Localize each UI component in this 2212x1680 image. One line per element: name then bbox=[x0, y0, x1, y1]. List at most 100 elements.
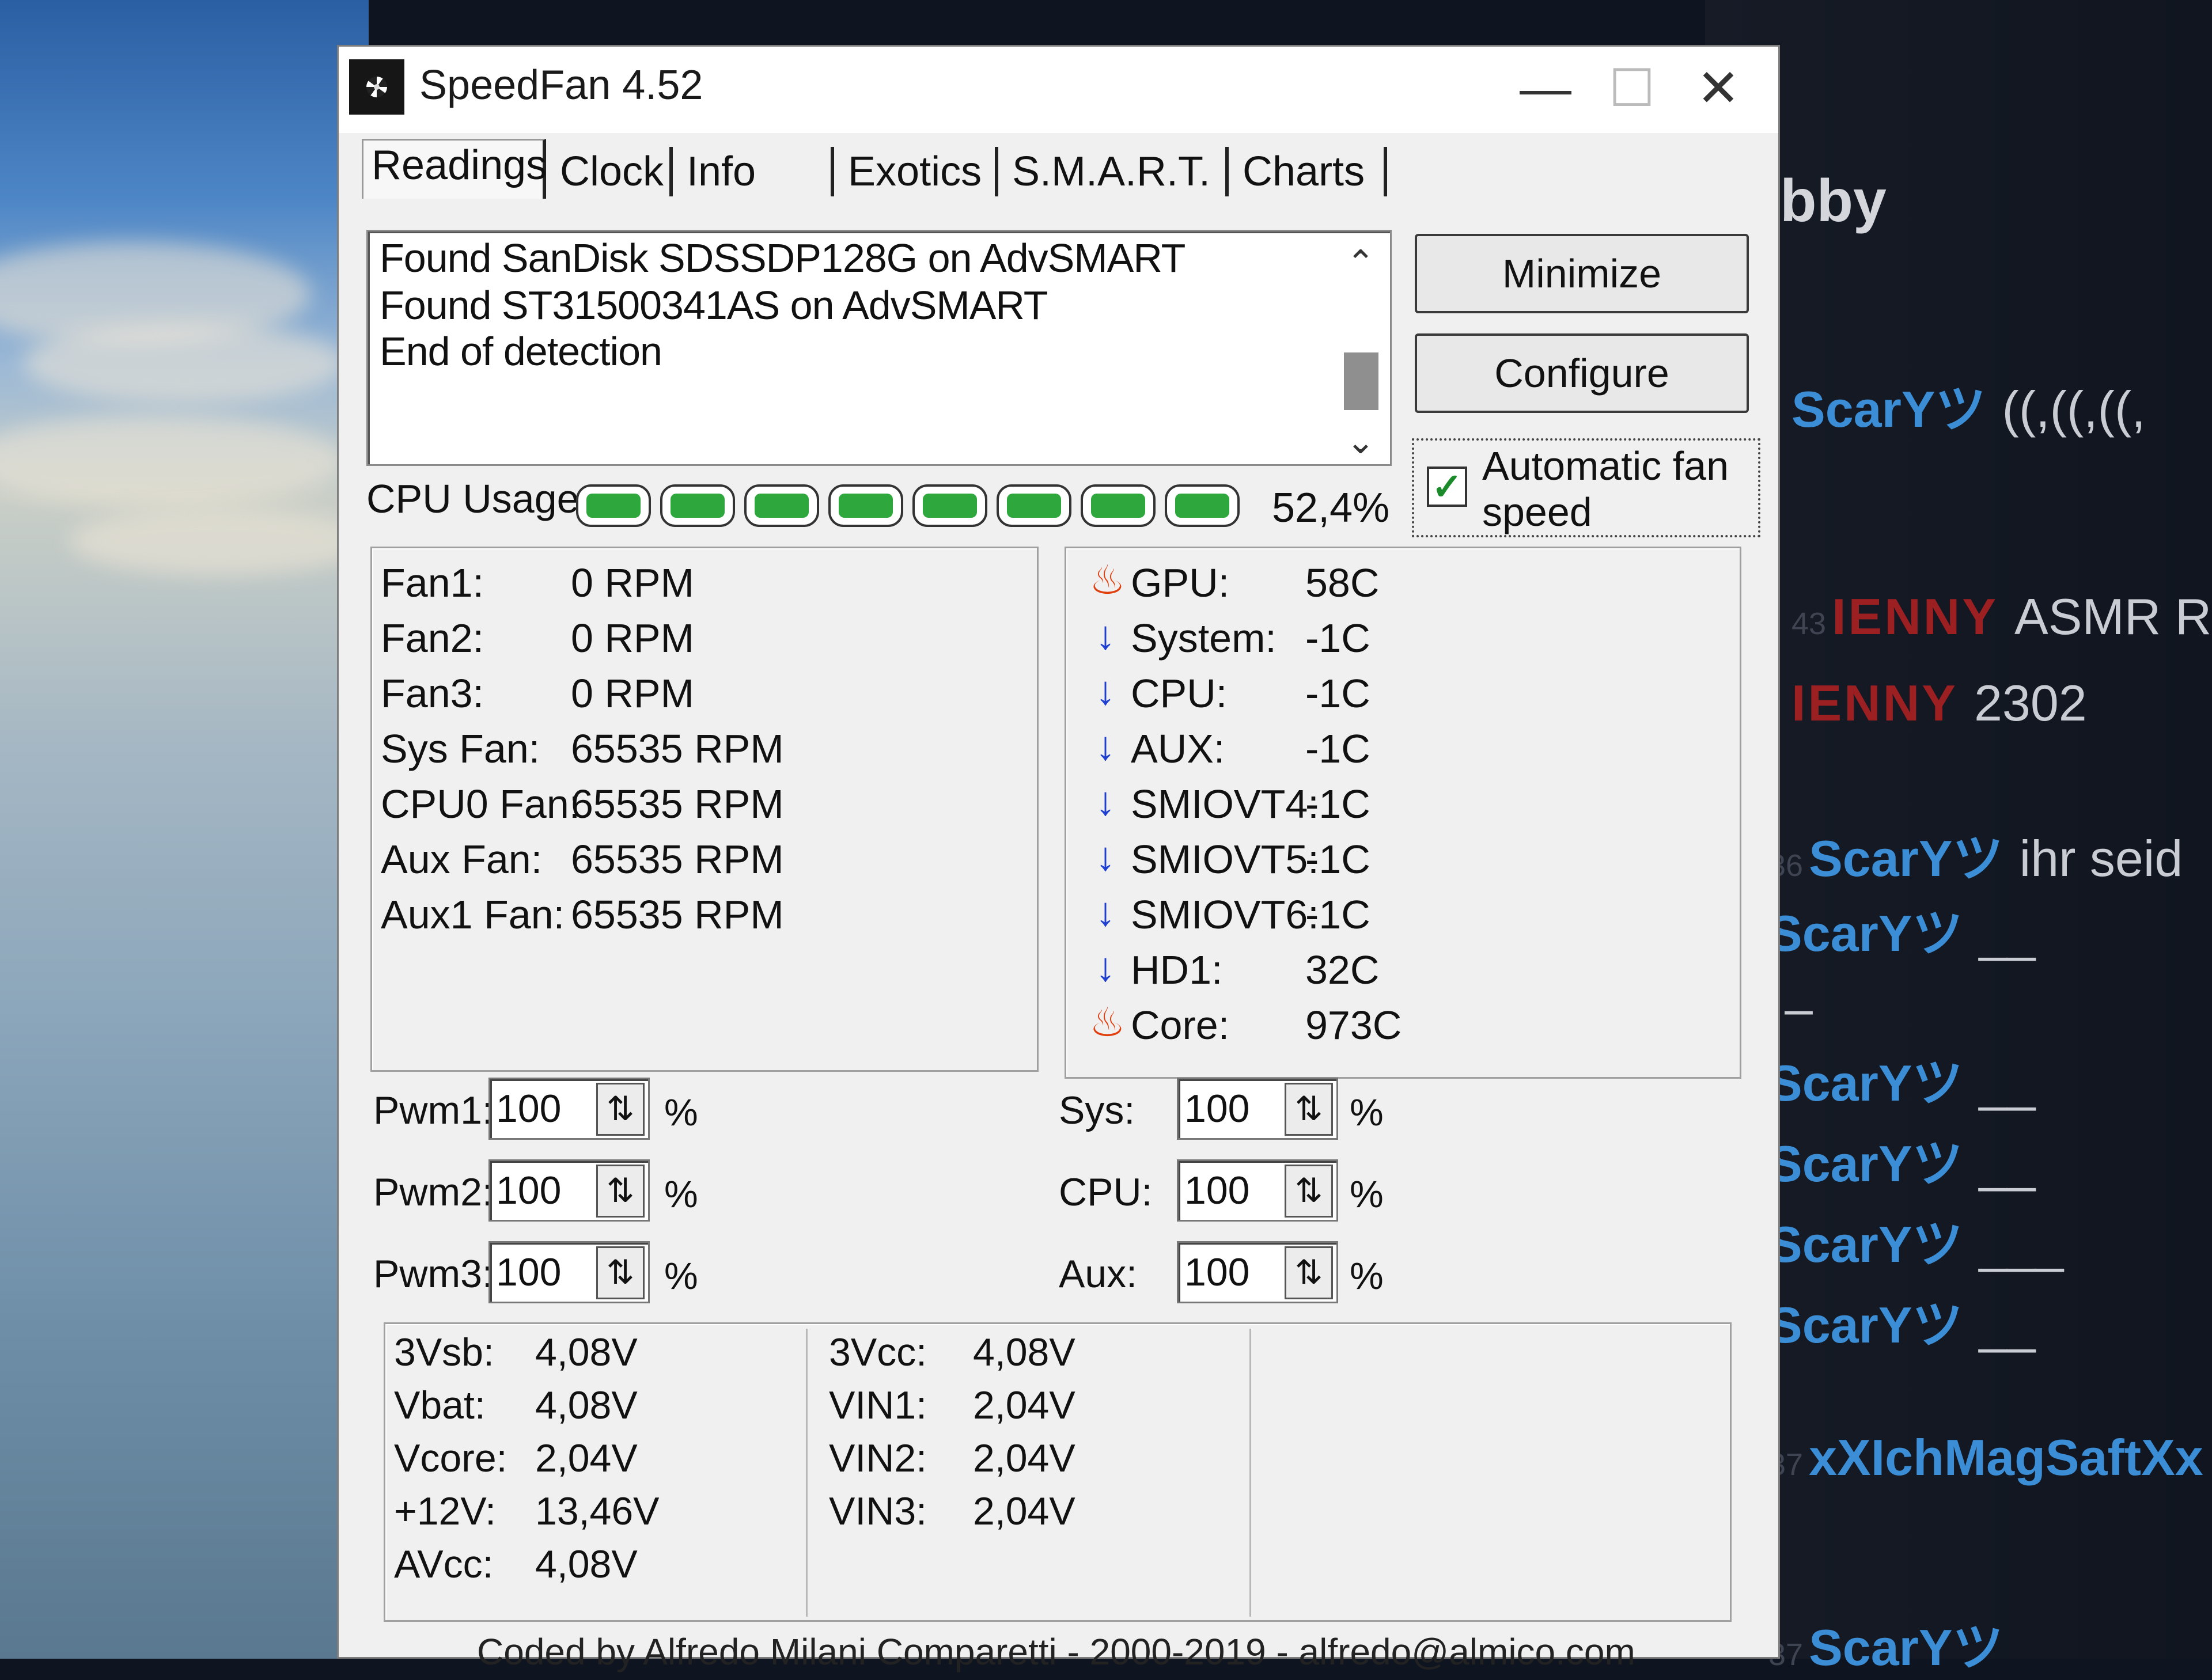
flame-icon: ♨ bbox=[1089, 558, 1126, 602]
temperature-name: GPU: bbox=[1131, 560, 1230, 605]
pwm_right-value[interactable]: 100 bbox=[1184, 1086, 1249, 1131]
tab-info[interactable]: Info bbox=[679, 147, 834, 196]
chat-username[interactable]: IENNY bbox=[1832, 588, 1998, 645]
pwm_right-label: CPU: bbox=[1059, 1170, 1153, 1214]
close-window-button[interactable]: ✕ bbox=[1675, 57, 1762, 120]
temperature-value: -1C bbox=[1305, 892, 1370, 937]
automatic-fan-speed-label-line2: speed bbox=[1482, 490, 1592, 534]
chat-timestamp: 43 bbox=[1791, 606, 1827, 641]
tab-clock[interactable]: Clock bbox=[552, 147, 673, 196]
configure-button[interactable]: Configure bbox=[1415, 333, 1749, 413]
chat-username[interactable]: ScarYツ bbox=[1768, 1135, 1963, 1192]
log-scrollbar[interactable]: ⌃ ⌄ bbox=[1335, 237, 1387, 462]
pwm_right-value[interactable]: 100 bbox=[1184, 1168, 1249, 1213]
title-bar[interactable]: SpeedFan 4.52 — ☐ ✕ bbox=[339, 47, 1778, 133]
pwm_left-speed-input[interactable]: 100 ⇅ bbox=[488, 1078, 650, 1140]
spinner-arrows-icon[interactable]: ⇅ bbox=[596, 1083, 645, 1136]
chat-message: 36 ScarYツ ihr seid bbox=[1768, 818, 2183, 891]
pwm_left-label: Pwm2: bbox=[373, 1170, 493, 1214]
percent-symbol: % bbox=[1350, 1254, 1384, 1297]
temperature-name: SMIOVT4: bbox=[1131, 782, 1319, 826]
voltage-value: 2,04V bbox=[973, 1436, 1075, 1480]
fan-name: Aux Fan: bbox=[381, 837, 543, 882]
tab-charts[interactable]: Charts bbox=[1234, 147, 1387, 196]
pwm_right-speed-input[interactable]: 100 ⇅ bbox=[1177, 1241, 1338, 1303]
chat-username[interactable]: ScarYツ bbox=[1768, 1216, 1963, 1273]
voltage-divider bbox=[1249, 1329, 1251, 1617]
voltage-name: VIN2: bbox=[829, 1436, 927, 1480]
fan-name: CPU0 Fan: bbox=[381, 782, 581, 826]
percent-symbol: % bbox=[1350, 1173, 1384, 1215]
percent-symbol: % bbox=[1350, 1091, 1384, 1133]
pwm_left-label: Pwm3: bbox=[373, 1252, 493, 1296]
pwm_right-speed-input[interactable]: 100 ⇅ bbox=[1177, 1078, 1338, 1140]
chat-text: – bbox=[1785, 980, 1813, 1037]
tab-smart[interactable]: S.M.A.R.T. bbox=[1004, 147, 1229, 196]
temperature-name: System: bbox=[1131, 616, 1277, 661]
tab-readings[interactable]: Readings bbox=[362, 139, 547, 199]
automatic-fan-speed-option[interactable]: ✓ Automatic fan speed bbox=[1412, 438, 1760, 537]
arrow-down-icon: ↓ bbox=[1095, 945, 1116, 989]
cpu-core-fill bbox=[923, 494, 977, 518]
chat-username[interactable]: ScarYツ bbox=[1791, 381, 1986, 438]
spinner-arrows-icon[interactable]: ⇅ bbox=[1285, 1165, 1333, 1218]
chat-username[interactable]: xXIchMagSaftXx bbox=[1809, 1429, 2203, 1486]
tab-exotics[interactable]: Exotics bbox=[840, 147, 998, 196]
spinner-arrows-icon[interactable]: ⇅ bbox=[1285, 1246, 1333, 1299]
pwm_left-value[interactable]: 100 bbox=[496, 1168, 561, 1213]
automatic-fan-speed-label-line1: Automatic fan bbox=[1482, 443, 1729, 488]
chat-text: __ bbox=[1979, 1135, 2036, 1192]
spinner-arrows-icon[interactable]: ⇅ bbox=[596, 1246, 645, 1299]
voltage-name: 3Vsb: bbox=[394, 1330, 494, 1374]
pwm_left-speed-input[interactable]: 100 ⇅ bbox=[488, 1241, 650, 1303]
scroll-down-icon[interactable]: ⌄ bbox=[1335, 422, 1387, 462]
automatic-fan-speed-checkbox[interactable]: ✓ bbox=[1427, 467, 1467, 507]
chat-username[interactable]: ScarYツ bbox=[1768, 905, 1963, 962]
percent-symbol: % bbox=[664, 1173, 698, 1215]
pwm_left-label: Pwm1: bbox=[373, 1089, 493, 1132]
chat-username[interactable]: ScarYツ bbox=[1809, 830, 2003, 887]
chat-message: ScarYツ __ bbox=[1768, 1042, 2035, 1116]
chat-message: ScarYツ __ bbox=[1768, 893, 2035, 966]
temperature-value: -1C bbox=[1305, 726, 1370, 771]
voltage-value: 4,08V bbox=[535, 1330, 638, 1374]
detection-log[interactable]: Found SanDisk SDSSDP128G on AdvSMART Fou… bbox=[366, 230, 1392, 466]
chat-message: 37 xXIchMagSaftXx bbox=[1768, 1428, 2203, 1487]
fan-speed: 0 RPM bbox=[571, 560, 694, 605]
pwm_right-label: Aux: bbox=[1059, 1252, 1138, 1296]
maximize-window-button[interactable]: ☐ bbox=[1589, 57, 1675, 120]
chat-message: ScarYツ __ bbox=[1768, 1123, 2035, 1196]
pwm_left-value[interactable]: 100 bbox=[496, 1250, 561, 1295]
voltage-value: 2,04V bbox=[535, 1436, 638, 1480]
minimize-button[interactable]: Minimize bbox=[1415, 234, 1749, 313]
cpu-core-meter bbox=[997, 484, 1071, 527]
speedfan-window: SpeedFan 4.52 — ☐ ✕ Readings Clock Info … bbox=[337, 45, 1780, 1673]
minimize-window-button[interactable]: — bbox=[1502, 57, 1589, 120]
chat-username[interactable]: ScarYツ bbox=[1768, 1055, 1963, 1112]
chat-username[interactable]: IENNY bbox=[1791, 674, 1958, 731]
arrow-down-icon: ↓ bbox=[1095, 834, 1116, 879]
pwm_left-value[interactable]: 100 bbox=[496, 1086, 561, 1131]
arrow-down-icon: ↓ bbox=[1095, 668, 1116, 713]
temperature-value: -1C bbox=[1305, 837, 1370, 882]
chat-message: 43 IENNY ASMR R bbox=[1791, 587, 2211, 646]
pwm_left-speed-input[interactable]: 100 ⇅ bbox=[488, 1159, 650, 1222]
arrow-down-icon: ↓ bbox=[1095, 613, 1116, 658]
voltage-readings-panel: 3Vsb: 4,08V Vbat: 4,08V Vcore: 2,04V +12V: 13,4… bbox=[384, 1322, 1732, 1622]
arrow-down-icon: ↓ bbox=[1095, 779, 1116, 824]
pwm_right-speed-input[interactable]: 100 ⇅ bbox=[1177, 1159, 1338, 1222]
scroll-up-icon[interactable]: ⌃ bbox=[1335, 243, 1387, 283]
pwm_right-value[interactable]: 100 bbox=[1184, 1250, 1249, 1295]
chat-username[interactable]: ScarYツ bbox=[1809, 1619, 2003, 1676]
spinner-arrows-icon[interactable]: ⇅ bbox=[596, 1165, 645, 1218]
automatic-fan-speed-label: Automatic fan speed bbox=[1482, 443, 1729, 535]
fan-speed: 65535 RPM bbox=[571, 837, 784, 882]
cpu-core-meter bbox=[912, 484, 987, 527]
scroll-thumb[interactable] bbox=[1344, 352, 1378, 410]
cpu-core-meter bbox=[660, 484, 735, 527]
chat-message: IENNY 2302 bbox=[1791, 674, 2087, 733]
spinner-arrows-icon[interactable]: ⇅ bbox=[1285, 1083, 1333, 1136]
log-line: Found ST31500341AS on AdvSMART bbox=[380, 283, 1048, 328]
chat-username[interactable]: ScarYツ bbox=[1768, 1296, 1963, 1353]
fan-name: Fan2: bbox=[381, 616, 484, 661]
